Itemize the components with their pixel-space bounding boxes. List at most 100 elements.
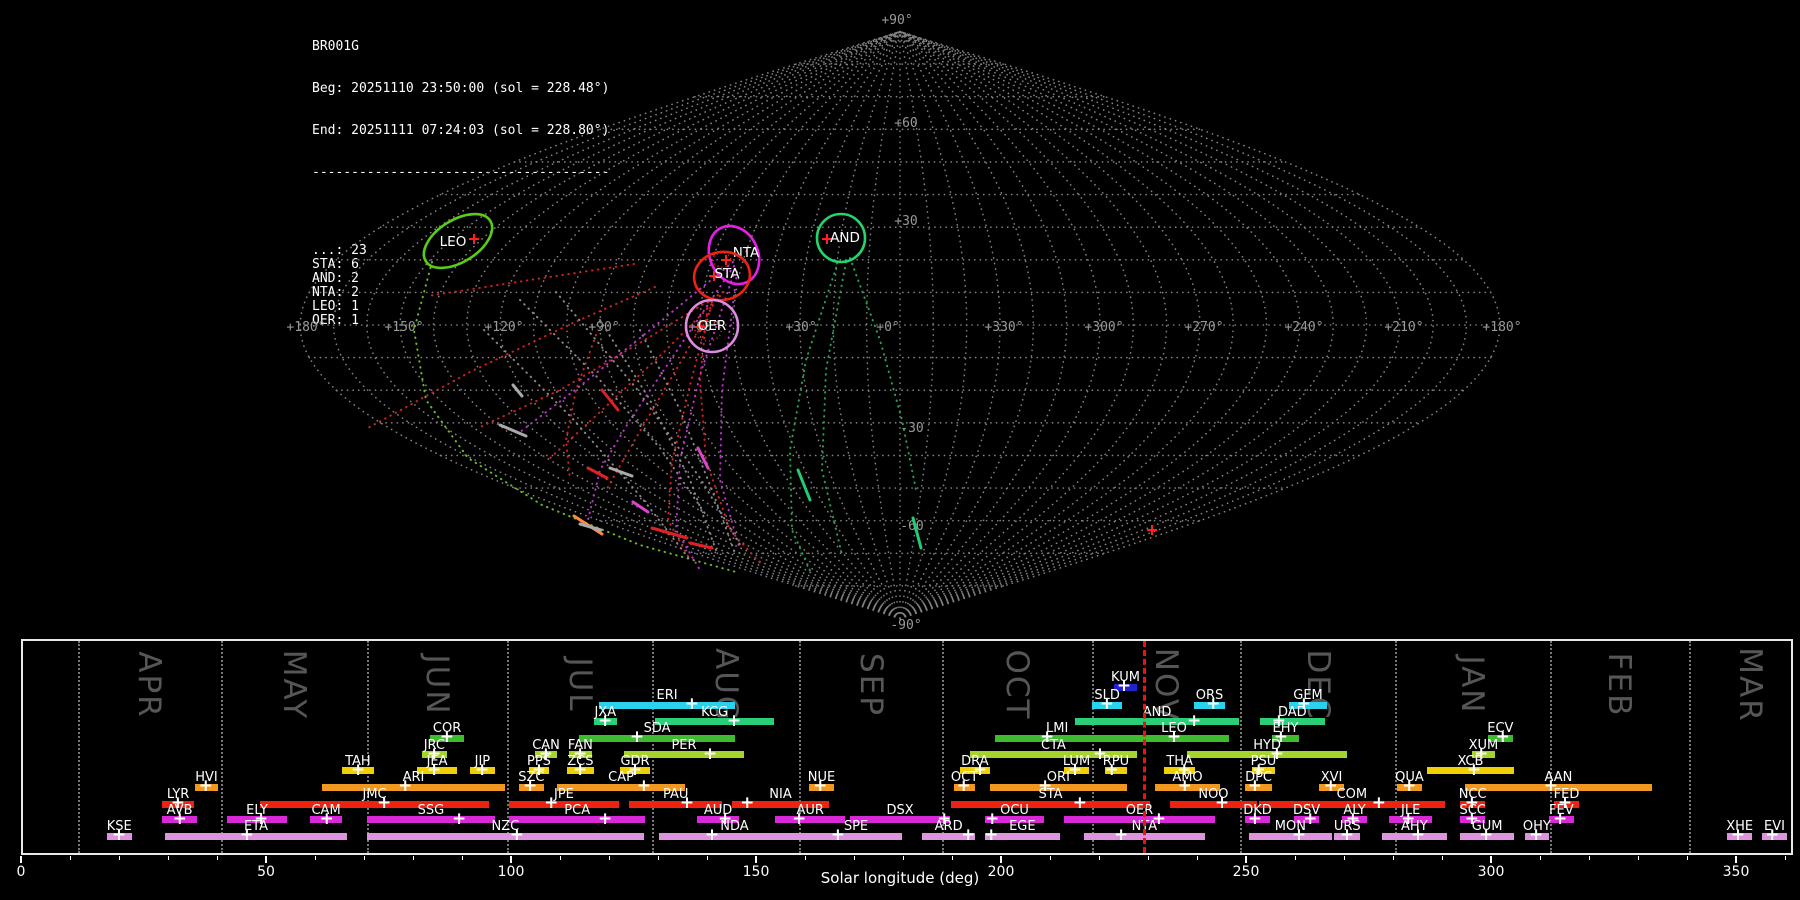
- shower-peak-marker: +: [1072, 792, 1088, 813]
- shower-peak-marker: +: [239, 824, 255, 845]
- shower-peak-marker: +: [1291, 824, 1307, 845]
- shower-peak-marker: +: [1067, 759, 1083, 780]
- x-minor-tick: [1588, 856, 1590, 860]
- shower-peak-marker: +: [1113, 824, 1129, 845]
- shower-peak-marker: +: [1104, 759, 1119, 780]
- radiant-cross-marker: [721, 255, 731, 265]
- x-minor-tick: [1049, 856, 1051, 860]
- latitude-label: +90°: [881, 13, 912, 28]
- x-tick-label: 350: [1722, 864, 1750, 880]
- shower-peak-marker: +: [684, 693, 699, 714]
- month-boundary-line: [1689, 641, 1691, 853]
- x-minor-tick: [1196, 856, 1198, 860]
- month-boundary-line: [77, 641, 80, 853]
- month-boundary-line: [652, 641, 655, 853]
- x-tick-label: 200: [987, 864, 1015, 880]
- shower-label: CTA: [1041, 737, 1066, 753]
- latitude-label: -30: [900, 421, 923, 436]
- x-minor-tick: [1784, 856, 1786, 860]
- longitude-label: +120°: [484, 320, 523, 335]
- x-tick-label: 0: [16, 864, 26, 880]
- longitude-label: +180°: [1482, 320, 1521, 335]
- shower-peak-marker: +: [351, 759, 366, 780]
- month-label-jul: JUL: [561, 657, 598, 713]
- x-axis-title: Solar longitude (deg): [820, 869, 980, 887]
- shower-peak-marker: +: [629, 726, 645, 747]
- x-minor-tick: [559, 856, 561, 860]
- x-tick-label: 250: [1232, 864, 1260, 880]
- shower-peak-marker: +: [1166, 726, 1182, 747]
- shower-label: OER: [1125, 802, 1154, 818]
- x-major-tick: [265, 856, 267, 863]
- x-minor-tick: [1098, 856, 1100, 860]
- x-minor-tick: [1392, 856, 1394, 860]
- latitude-label: +30: [894, 214, 917, 229]
- meteor-trails: [367, 257, 917, 576]
- shower-peak-marker: +: [1410, 824, 1426, 845]
- x-minor-tick: [1539, 856, 1541, 860]
- shower-peak-marker: +: [1247, 808, 1262, 829]
- shower-label: AND: [1142, 704, 1172, 720]
- meteor-segments: [498, 383, 923, 550]
- shower-peak-marker: +: [544, 792, 559, 813]
- x-minor-tick: [657, 856, 659, 860]
- x-minor-tick: [461, 856, 463, 860]
- month-boundary-line: [220, 641, 223, 853]
- shower-peak-marker: +: [1466, 759, 1481, 780]
- shower-peak-marker: +: [523, 775, 538, 796]
- shower-label: CAP: [608, 770, 634, 785]
- shower-label: PCA: [564, 802, 591, 818]
- x-major-tick: [1735, 856, 1737, 863]
- latitude-label: -90°: [890, 618, 921, 633]
- longitude-label: +90°: [588, 320, 619, 335]
- shower-peak-marker: +: [830, 824, 845, 845]
- x-major-tick: [20, 856, 22, 863]
- x-minor-tick: [167, 856, 169, 860]
- map-grid-labels: +180° +150° +120° +90° +60° +30° +0° +330° +300°…: [286, 13, 1521, 633]
- current-sol-line: [1143, 641, 1147, 853]
- shower-peak-marker: +: [1765, 824, 1780, 845]
- x-minor-tick: [1637, 856, 1639, 860]
- x-tick-label: 150: [742, 864, 770, 880]
- x-minor-tick: [1294, 856, 1296, 860]
- x-minor-tick: [902, 856, 904, 860]
- longitude-label: +0°: [876, 320, 899, 335]
- x-tick-label: 50: [257, 864, 275, 880]
- shower-label: ERI: [656, 688, 678, 703]
- longitude-label: +300°: [1084, 320, 1123, 335]
- x-minor-tick: [608, 856, 610, 860]
- x-major-tick: [1490, 856, 1492, 863]
- x-major-tick: [510, 856, 512, 863]
- shower-peak-marker: +: [319, 808, 334, 829]
- x-minor-tick: [1441, 856, 1443, 860]
- shower-peak-marker: +: [597, 710, 613, 731]
- shower-label: OCU: [1000, 802, 1029, 818]
- month-label-apr: APR: [131, 651, 168, 719]
- shower-peak-marker: +: [704, 824, 720, 845]
- month-label-oct: OCT: [999, 649, 1036, 721]
- shower-peak-marker: +: [111, 824, 127, 845]
- shower-label: NDA: [720, 819, 749, 834]
- shower-peak-marker: +: [426, 759, 442, 780]
- shower-peak-marker: +: [961, 824, 976, 845]
- shower-peak-marker: +: [1214, 792, 1230, 813]
- x-minor-tick: [804, 856, 806, 860]
- month-label-jun: JUN: [419, 654, 456, 716]
- shower-peak-marker: +: [398, 775, 413, 796]
- shower-label: SPE: [843, 819, 869, 834]
- shower-peak-marker: +: [198, 775, 213, 796]
- x-minor-tick: [118, 856, 120, 860]
- radiant-label: STA: [714, 266, 740, 282]
- month-label-mar: MAR: [1732, 647, 1769, 723]
- activity-timeline: APR MAY JUN JUL AUG SEP OCT NOV DEC JAN FEB MAR KUM +…: [21, 639, 1793, 855]
- shower-peak-marker: +: [813, 775, 828, 796]
- shower-peak-marker: +: [377, 792, 392, 813]
- shower-peak-marker: +: [1371, 792, 1386, 813]
- x-major-tick: [1245, 856, 1247, 863]
- shower-label: KCG: [701, 704, 729, 720]
- shower-label: ARD: [934, 819, 963, 834]
- shower-peak-marker: +: [573, 759, 588, 780]
- latitude-label: +60: [894, 116, 917, 131]
- longitude-label: +150°: [384, 320, 423, 335]
- month-label-feb: FEB: [1601, 652, 1638, 718]
